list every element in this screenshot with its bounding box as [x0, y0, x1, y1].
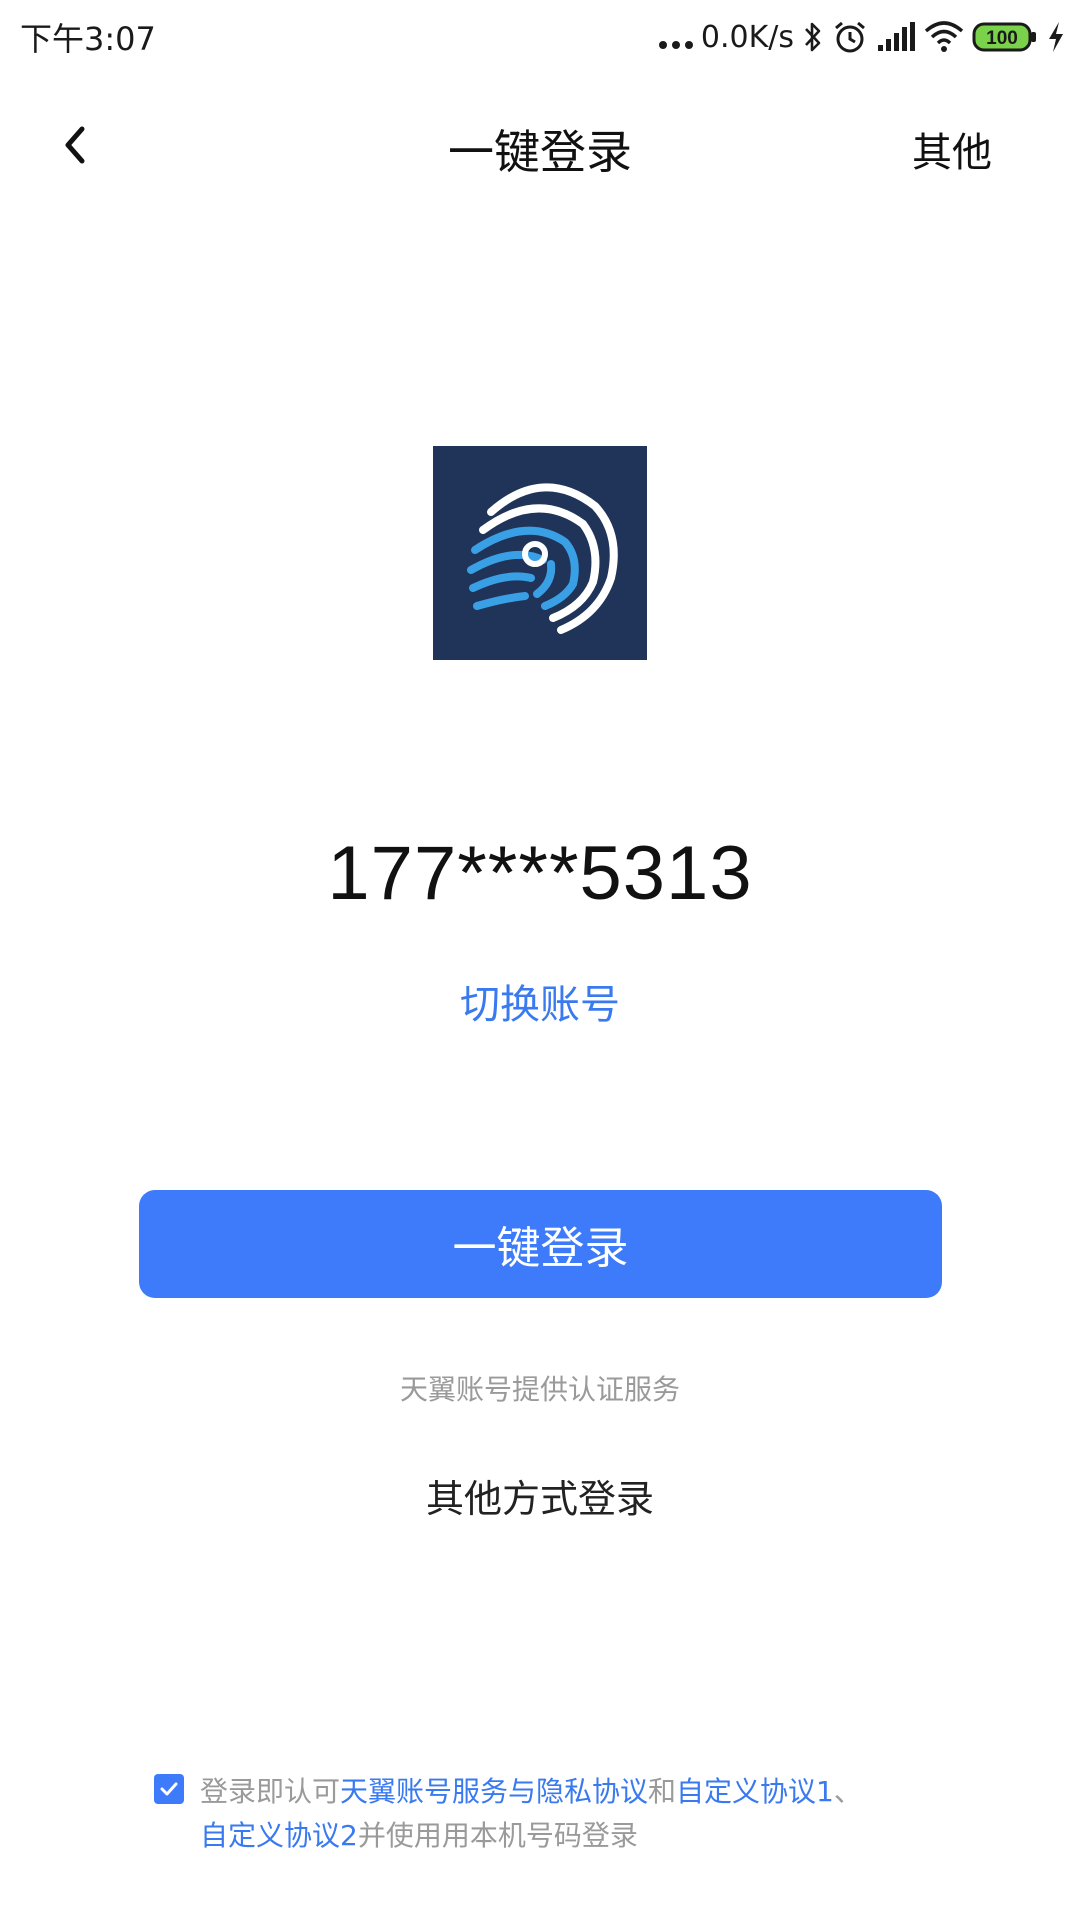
fingerprint-logo: [467, 483, 618, 634]
battery-level: 100: [986, 28, 1018, 49]
agreement-and: 和: [648, 1775, 677, 1808]
bluetooth-icon: [805, 22, 821, 52]
alarm-icon: [835, 21, 865, 53]
battery-icon: 100: [972, 22, 1036, 52]
charging-icon: [1049, 22, 1063, 52]
check-icon: [160, 1782, 178, 1796]
net-speed: 0.0K/s: [700, 19, 794, 55]
agreement-text: 登录即认可天翼账号服务与隐私协议和自定义协议1、自定义协议2并使用用本机号码登录: [200, 1770, 944, 1858]
signal-icon: [878, 22, 915, 51]
masked-phone-number: 177****5313: [327, 831, 753, 916]
switch-account-link[interactable]: 切换账号: [0, 972, 1080, 1030]
agreement-suffix: 并使用用本机号码登录: [357, 1819, 638, 1852]
custom-agreement-2-link[interactable]: 自定义协议2: [200, 1819, 358, 1852]
agreement-checkbox[interactable]: [154, 1774, 184, 1804]
one-click-login-button[interactable]: 一键登录: [139, 1190, 942, 1298]
agreement-section: 登录即认可天翼账号服务与隐私协议和自定义协议1、自定义协议2并使用用本机号码登录: [154, 1770, 944, 1858]
privacy-agreement-link[interactable]: 天翼账号服务与隐私协议: [340, 1775, 648, 1808]
other-button[interactable]: 其他: [912, 120, 992, 178]
custom-agreement-1-link[interactable]: 自定义协议1: [676, 1775, 834, 1808]
agreement-separator: 、: [833, 1775, 862, 1808]
other-login-methods-link[interactable]: 其他方式登录: [0, 1468, 1080, 1523]
agreement-prefix: 登录即认可: [200, 1775, 341, 1808]
status-time: 下午3:07: [20, 20, 156, 58]
app-logo: [433, 446, 647, 660]
top-navigation: 一键登录 其他: [0, 100, 1080, 190]
more-dots-icon: [658, 25, 693, 49]
status-bar: 下午3:07 0.0K/s 100: [0, 0, 1080, 74]
status-icons: 0.0K/s 100: [658, 12, 1066, 62]
provider-note: 天翼账号提供认证服务: [399, 1373, 680, 1406]
wifi-icon: [924, 21, 964, 52]
